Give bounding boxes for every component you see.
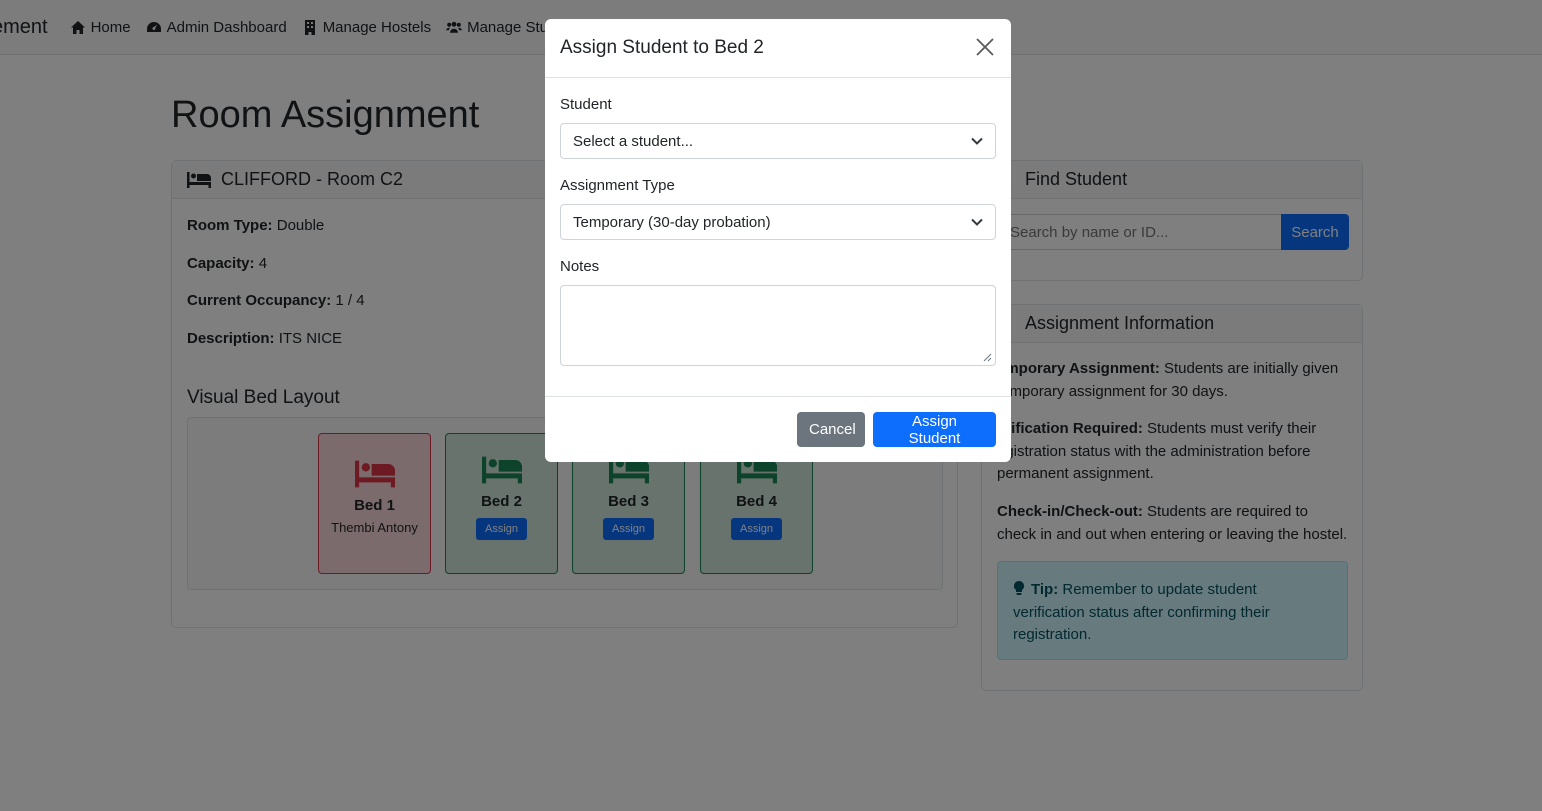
close-button[interactable] — [974, 37, 996, 59]
notes-label: Notes — [560, 258, 600, 275]
student-select-value: Select a student... — [573, 132, 694, 150]
notes-textarea[interactable] — [560, 285, 996, 366]
assignment-type-select[interactable]: Temporary (30-day probation) — [560, 204, 996, 240]
assign-student-button[interactable]: Assign Student — [873, 412, 996, 447]
modal-header: Assign Student to Bed 2 — [545, 19, 1011, 78]
modal-title: Assign Student to Bed 2 — [560, 37, 764, 58]
chevron-down-icon — [971, 218, 983, 226]
student-select[interactable]: Select a student... — [560, 123, 996, 159]
modal-footer: Cancel Assign Student — [545, 396, 1011, 462]
chevron-down-icon — [971, 137, 983, 145]
assignment-type-label: Assignment Type — [560, 177, 675, 194]
cancel-button[interactable]: Cancel — [797, 412, 865, 447]
student-label: Student — [560, 96, 612, 113]
assignment-type-value: Temporary (30-day probation) — [573, 213, 771, 231]
resize-grip-icon[interactable] — [982, 352, 992, 362]
assign-student-modal: Assign Student to Bed 2 Student Select a… — [545, 19, 1011, 462]
close-icon — [976, 37, 994, 56]
